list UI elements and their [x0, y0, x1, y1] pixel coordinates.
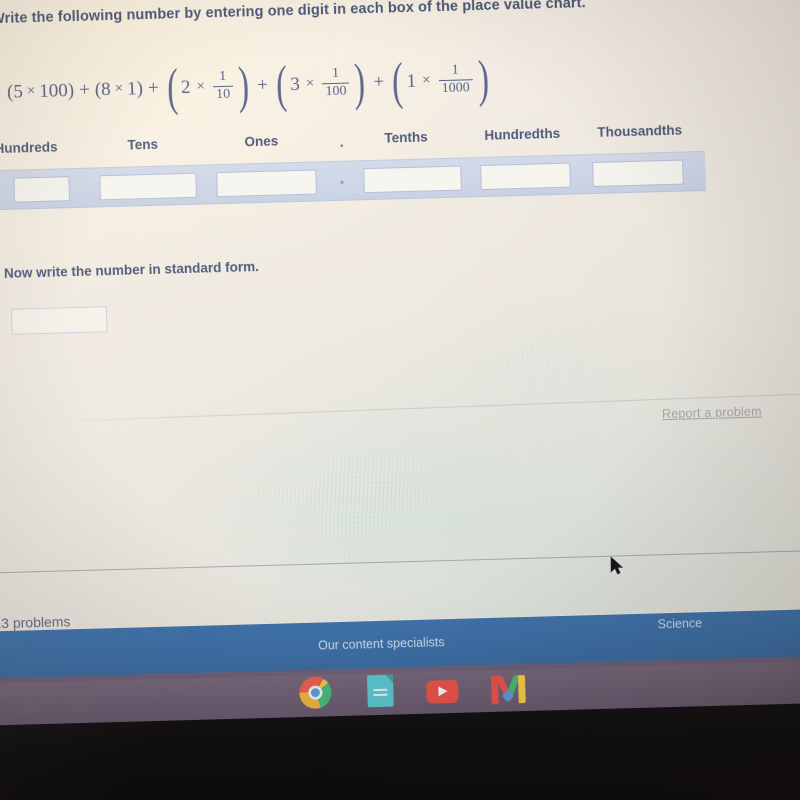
multiply-icon-1: ×: [26, 83, 36, 100]
column-header-tens: Tens: [127, 137, 159, 154]
term-1-operand: 100: [39, 79, 69, 102]
term-3: 2 × 1 10: [180, 69, 236, 104]
docs-icon[interactable]: [366, 674, 394, 708]
column-header-tenths: Tenths: [384, 129, 428, 147]
paren-close-1: ): [67, 79, 75, 101]
paren-close-4: ): [353, 54, 367, 112]
multiply-icon-3: ×: [196, 78, 206, 95]
report-a-problem-link[interactable]: Report a problem: [662, 405, 762, 422]
screen-photo: Write the following number by entering o…: [0, 0, 800, 800]
term-5-denominator: 1000: [441, 80, 470, 97]
footer-science-link[interactable]: Science: [657, 616, 702, 631]
laptop-screen: Write the following number by entering o…: [0, 0, 800, 727]
multiply-icon-2: ×: [114, 80, 124, 98]
math-expression: ( 5 × 100 ) + ( 8 × 1 ) + ( 2 × 1 10) +…: [7, 50, 800, 117]
standard-form-input[interactable]: [10, 306, 108, 336]
term-4-numerator: 1: [331, 66, 340, 82]
term-4-fraction: 1 100: [322, 66, 350, 100]
term-4-denominator: 100: [325, 84, 347, 100]
gmail-icon[interactable]: [490, 674, 526, 704]
column-header-hundredths: Hundredths: [484, 126, 561, 144]
term-5: 1 × 1 1000: [406, 63, 475, 98]
footer-content-specialists-label: Our content specialists: [317, 635, 445, 653]
term-4: 3 × 1 100: [290, 66, 352, 101]
decimal-point-marker: [340, 181, 344, 185]
paren-open-4: (: [275, 56, 288, 114]
column-header-hundreds: Hundreds: [0, 139, 58, 157]
plus-4: +: [373, 71, 385, 93]
digit-input-ones[interactable]: [216, 169, 317, 198]
digit-input-hundreds[interactable]: [13, 176, 71, 204]
paren-open-5: (: [391, 53, 405, 111]
term-3-numerator: 1: [218, 69, 227, 85]
digit-input-hundredths[interactable]: [480, 163, 571, 191]
term-2-coefficient: 8: [100, 78, 111, 100]
term-3-fraction: 1 10: [212, 69, 234, 103]
paren-close-5: ): [477, 50, 490, 109]
column-header-thousandths: Thousandths: [597, 123, 683, 141]
digit-input-tenths[interactable]: [363, 165, 462, 194]
term-4-coefficient: 3: [290, 73, 301, 95]
standard-form-prompt: Now write the number in standard form.: [3, 259, 260, 282]
term-5-numerator: 1: [451, 62, 459, 79]
decimal-point-header: .: [339, 134, 344, 152]
term-5-fraction: 1 1000: [438, 62, 473, 98]
paren-open-3: (: [166, 59, 179, 117]
paren-close-3: ): [237, 57, 250, 115]
exercise-content: Write the following number by entering o…: [0, 0, 800, 336]
plus-1: +: [78, 79, 91, 101]
term-3-coefficient: 2: [180, 76, 191, 98]
paren-close-2: ): [136, 77, 144, 100]
column-header-ones: Ones: [244, 133, 279, 150]
chrome-icon[interactable]: [298, 676, 332, 710]
mouse-cursor: [610, 556, 624, 576]
term-5-coefficient: 1: [406, 70, 417, 92]
plus-2: +: [147, 77, 159, 99]
multiply-icon-5: ×: [421, 72, 431, 89]
digit-input-tens[interactable]: [99, 173, 197, 201]
multiply-icon-4: ×: [305, 75, 315, 92]
term-2-operand: 1: [126, 78, 137, 100]
place-value-chart: Hundreds Tens Ones . Tenths Hundredths T…: [0, 121, 756, 211]
taskbar-icons: [298, 671, 526, 710]
digit-input-thousandths[interactable]: [592, 159, 684, 188]
plus-3: +: [256, 74, 269, 96]
term-3-denominator: 10: [215, 87, 231, 103]
term-1-coefficient: 5: [13, 81, 24, 103]
youtube-icon[interactable]: [426, 679, 459, 704]
